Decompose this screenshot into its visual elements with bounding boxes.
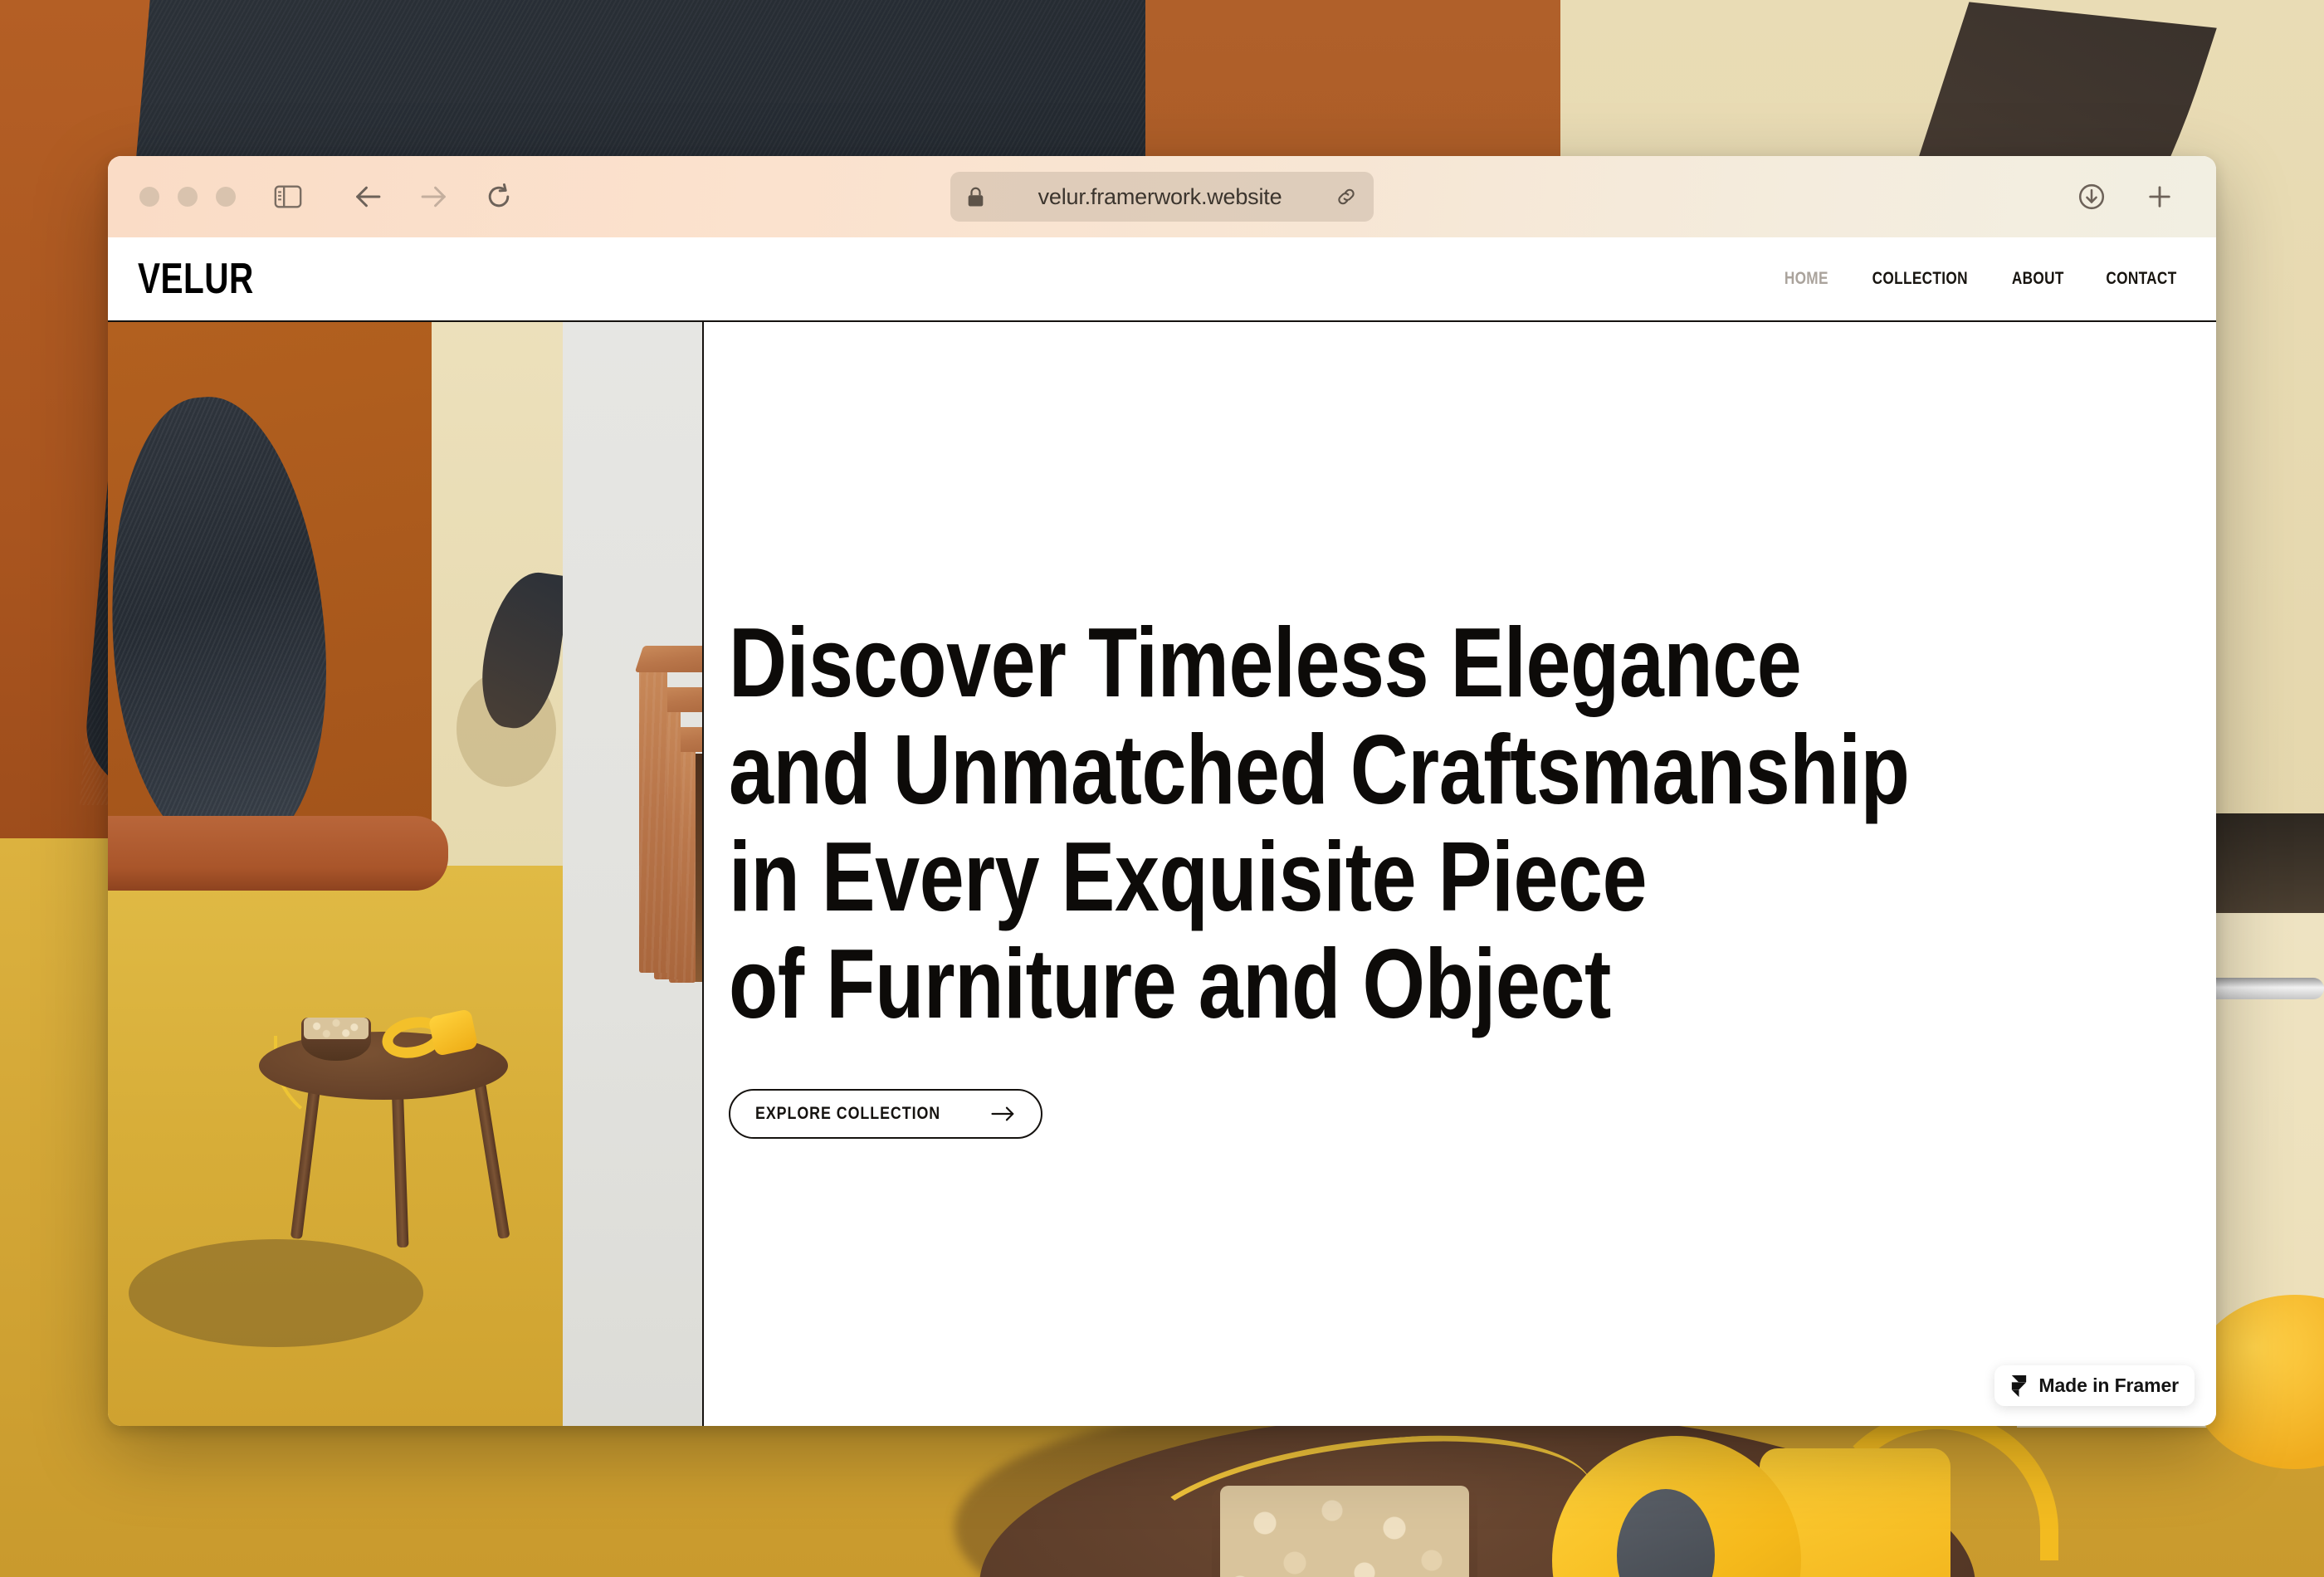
url-text: velur.framerwork.website [1038,183,1282,209]
explore-collection-label: EXPLORE COLLECTION [755,1104,941,1124]
headline-line-4: of Furniture and Object [729,929,1611,1040]
p2-table-side-1 [639,657,667,973]
back-arrow-icon[interactable] [352,183,383,211]
explore-collection-button[interactable]: EXPLORE COLLECTION [729,1089,1043,1140]
browser-toolbar: velur.framerwork.website [108,156,2216,237]
maximize-button[interactable] [216,187,236,207]
browser-window: velur.framerwork.website VELUR HOME COLL… [108,156,2216,1426]
p1-cereal-bowl [301,1018,371,1061]
p1-leather-roll [108,816,448,891]
hero-image-nesting-tables [563,322,704,1426]
toolbar-right-actions [2077,182,2175,212]
reload-icon[interactable] [485,183,513,211]
main-navigation: HOME COLLECTION ABOUT CONTACT [1780,269,2185,289]
headline-line-3: in Every Exquisite Piece [729,822,1648,932]
close-button[interactable] [139,187,159,207]
hero-headline: Discover Timeless Elegance and Unmatched… [729,609,1941,1038]
nav-link-about[interactable]: ABOUT [2012,269,2064,289]
headline-line-1: Discover Timeless Elegance [729,607,1802,718]
p1-table-shadow [129,1239,423,1347]
bg-cereal-bowl [1212,1486,1477,1577]
brand-logo[interactable]: VELUR [138,254,254,304]
made-in-framer-badge[interactable]: Made in Framer [1994,1365,2195,1406]
download-icon[interactable] [2077,182,2107,212]
navigation-buttons [352,183,513,211]
framer-logo-icon [2010,1374,2028,1397]
nav-link-home[interactable]: HOME [1784,269,1828,289]
hero-image-chair-scene [108,322,563,1426]
hero-content: Discover Timeless Elegance and Unmatched… [704,322,2216,1426]
headline-line-2: and Unmatched Craftsmanship [729,714,1910,825]
hero-section: Discover Timeless Elegance and Unmatched… [108,322,2216,1426]
arrow-right-icon [991,1106,1016,1121]
window-controls[interactable] [139,187,236,207]
link-icon[interactable] [1335,186,1357,208]
sidebar-toggle-icon[interactable] [274,184,302,209]
address-bar[interactable]: velur.framerwork.website [950,172,1374,222]
nav-link-collection[interactable]: COLLECTION [1872,269,1968,289]
lock-icon [967,187,984,208]
bg-cereal [1220,1486,1469,1577]
framer-badge-label: Made in Framer [2038,1374,2179,1396]
p2-table-top-1 [634,646,702,672]
forward-arrow-icon[interactable] [418,183,450,211]
site-header: VELUR HOME COLLECTION ABOUT CONTACT [108,237,2216,322]
minimize-button[interactable] [178,187,198,207]
nav-link-contact[interactable]: CONTACT [2106,269,2176,289]
plus-icon[interactable] [2145,182,2175,212]
